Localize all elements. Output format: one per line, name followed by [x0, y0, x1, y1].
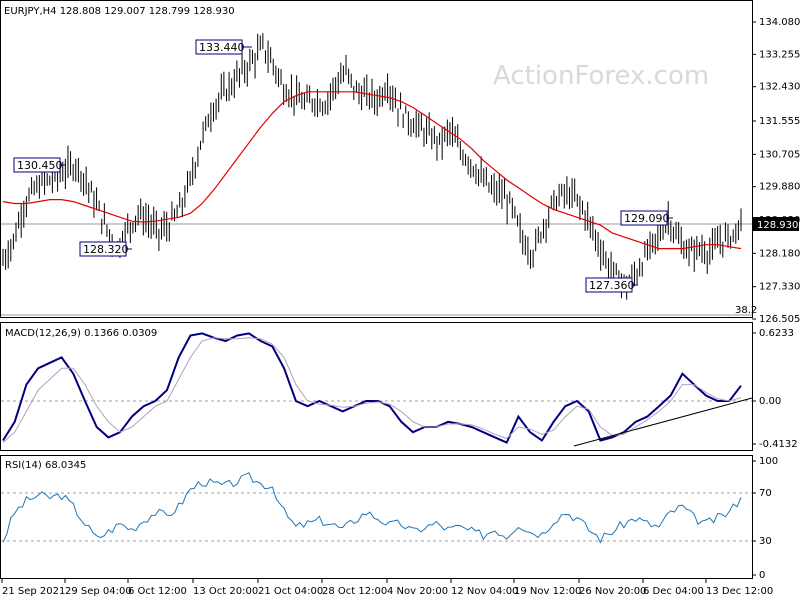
- svg-text:133.440: 133.440: [199, 41, 245, 54]
- x-tick-label: 12 Nov 04:00: [451, 586, 518, 597]
- x-tick-label: 28 Oct 12:00: [322, 586, 387, 597]
- macd-tick-high: 0.6233: [759, 328, 794, 339]
- price-tick-label: 127.330: [759, 282, 800, 293]
- svg-text:130.450: 130.450: [17, 159, 63, 172]
- x-tick-label: 19 Nov 12:00: [514, 586, 581, 597]
- x-tick-label: 29 Sep 04:00: [65, 586, 132, 597]
- x-tick-label: 6 Oct 12:00: [128, 586, 187, 597]
- watermark: ActionForex.com: [493, 61, 709, 91]
- annotation-127360: 127.360: [585, 277, 638, 293]
- rsi-tick-0: 0: [759, 570, 765, 581]
- price-tick-label: 133.255: [759, 49, 800, 60]
- forex-chart: ActionForex.com EURJPY,H4 128.808 129.00…: [0, 0, 800, 600]
- rsi-tick-70: 70: [759, 488, 772, 499]
- rsi-title: RSI(14) 68.0345: [5, 460, 86, 471]
- x-tick-label: 26 Nov 20:00: [579, 586, 646, 597]
- x-tick-label: 6 Dec 04:00: [643, 586, 704, 597]
- price-tick-label: 130.705: [759, 149, 800, 160]
- price-tick-label: 128.180: [759, 248, 800, 259]
- annotation-129090: 129.090: [620, 210, 673, 226]
- annotation-128320: 128.320: [79, 241, 132, 257]
- price-tick-label: 134.080: [759, 17, 800, 28]
- x-tick-label: 21 Sep 2021: [2, 586, 65, 597]
- annotation-130450: 130.450: [13, 157, 66, 173]
- macd-tick-zero: 0.00: [759, 396, 781, 407]
- x-tick-label: 4 Nov 20:00: [387, 586, 448, 597]
- current-price-tag: 128.930: [753, 217, 799, 231]
- price-tick-label: 129.880: [759, 182, 800, 193]
- svg-text:128.320: 128.320: [83, 243, 129, 256]
- price-tick-label: 132.430: [759, 82, 800, 93]
- x-tick-label: 13 Dec 12:00: [706, 586, 773, 597]
- x-tick-label: 13 Oct 20:00: [193, 586, 258, 597]
- macd-tick-low: -0.4132: [759, 439, 798, 450]
- macd-title: MACD(12,26,9) 0.1366 0.0309: [5, 328, 157, 339]
- symbol-header: EURJPY,H4 128.808 129.007 128.799 128.93…: [4, 6, 235, 17]
- rsi-tick-100: 100: [759, 456, 778, 467]
- svg-text:129.090: 129.090: [624, 212, 670, 225]
- price-tick-label: 131.555: [759, 116, 800, 127]
- svg-text:128.930: 128.930: [757, 220, 798, 231]
- rsi-tick-30: 30: [759, 536, 772, 547]
- price-tick-label: 126.505: [759, 314, 800, 325]
- annotation-133440: 133.440: [195, 39, 252, 55]
- fib-level-label: 38.2: [735, 305, 757, 316]
- svg-text:127.360: 127.360: [589, 279, 635, 292]
- x-tick-label: 21 Oct 04:00: [258, 586, 323, 597]
